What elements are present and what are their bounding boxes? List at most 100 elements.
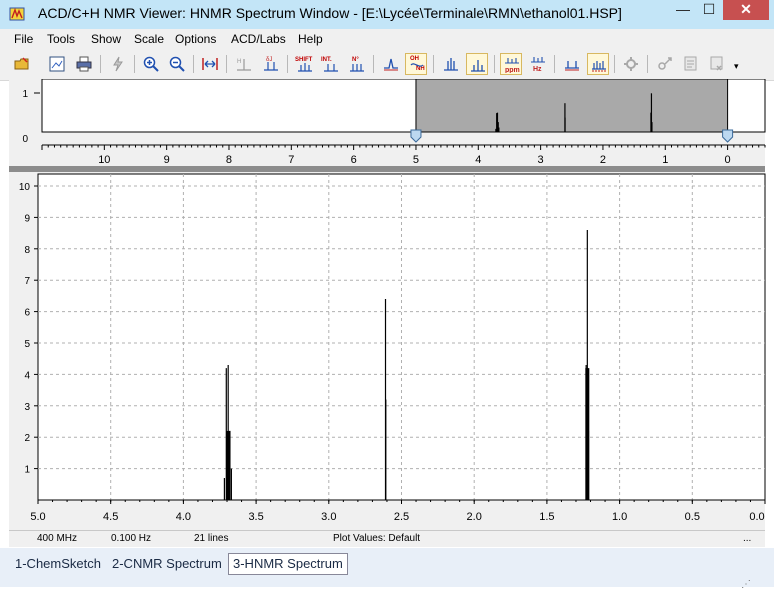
x-tick-label: 3.5 xyxy=(248,511,263,523)
spectrum-peak-cluster xyxy=(585,368,590,500)
overview-spectrum[interactable]: 1010 9 8 7 6 5 4 3 2 1 0 xyxy=(0,79,774,166)
y-tick-label: 8 xyxy=(24,245,30,256)
flash-button[interactable] xyxy=(107,53,129,75)
peak-h-button[interactable]: H xyxy=(233,53,255,75)
range-handle-right[interactable] xyxy=(722,129,734,143)
window-tabs: 1-ChemSketch 2-CNMR Spectrum 3-HNMR Spec… xyxy=(0,548,774,587)
overview-x-tick-label: 7 xyxy=(288,154,294,166)
status-lines: 21 lines xyxy=(194,533,229,544)
y-tick-label: 6 xyxy=(24,308,30,319)
overview-selection[interactable] xyxy=(415,79,729,133)
report-icon xyxy=(684,56,697,71)
peak-shape-button[interactable] xyxy=(380,53,402,75)
toolbar-separator xyxy=(134,55,135,73)
export-icon xyxy=(710,56,723,71)
open-folder-button[interactable] xyxy=(11,53,33,75)
tab-chemsketch[interactable]: 1-ChemSketch xyxy=(11,553,105,575)
shift-button[interactable]: SHIFT xyxy=(294,53,316,75)
x-tick-label: 4.0 xyxy=(176,511,191,523)
toolbar-separator xyxy=(554,55,555,73)
overview-x-tick-label: 0 xyxy=(725,154,731,166)
resize-grip-icon[interactable]: ⋰ xyxy=(741,579,751,590)
exchange-oh-nh-button[interactable]: OH NH xyxy=(405,53,427,75)
close-button[interactable]: ✕ xyxy=(723,0,769,20)
menu-file[interactable]: File xyxy=(14,32,33,46)
overview-x-tick-label: 10 xyxy=(98,154,110,166)
save-picture-button[interactable] xyxy=(46,53,68,75)
multiplet-icon xyxy=(444,58,458,71)
overview-x-tick-label: 4 xyxy=(475,154,481,166)
overview-x-tick-label: 5 xyxy=(413,154,419,166)
spectrum-peak-cluster xyxy=(226,430,231,500)
numbering-button[interactable]: N° xyxy=(346,53,368,75)
range-handle-left[interactable] xyxy=(410,129,422,143)
status-bar: 400 MHz 0.100 Hz 21 lines Plot Values: D… xyxy=(9,530,765,547)
open-folder-icon xyxy=(14,57,29,70)
y-tick-label: 7 xyxy=(24,276,30,287)
tab-cnmr-spectrum[interactable]: 2-CNMR Spectrum xyxy=(108,553,226,575)
x-tick-label: 1.0 xyxy=(612,511,627,523)
exchange-icon xyxy=(410,63,424,67)
title-bar: ACD/C+H NMR Viewer: HNMR Spectrum Window… xyxy=(0,0,774,29)
menu-scale[interactable]: Scale xyxy=(134,32,164,46)
toolbar: H δJ SHIFT INT. N° OH NH ppm Hz ▾ xyxy=(0,49,774,81)
svg-text:δJ: δJ xyxy=(266,57,272,63)
structure-button[interactable] xyxy=(654,53,676,75)
shift-icon xyxy=(298,63,312,72)
overview-x-tick-label: 6 xyxy=(351,154,357,166)
overview-x-tick-label: 2 xyxy=(600,154,606,166)
integral-button[interactable]: INT. xyxy=(320,53,342,75)
tab-hnmr-spectrum[interactable]: 3-HNMR Spectrum xyxy=(228,553,348,575)
overview-x-tick-label: 9 xyxy=(164,154,170,166)
ppm-units-button[interactable]: ppm xyxy=(500,53,522,75)
expand-range-button[interactable] xyxy=(199,53,221,75)
toolbar-separator xyxy=(193,55,194,73)
minimize-button[interactable]: — xyxy=(670,0,696,20)
toolbar-separator xyxy=(373,55,374,73)
overview-x-tick-label: 1 xyxy=(662,154,668,166)
hnmr-spectrum-plot[interactable]: 5.0 4.5 4.0 3.5 3.0 2.5 2.0 1.5 1.0 0.5 0.0 1 2 3 4 5 6 7… xyxy=(0,172,774,530)
gear-icon xyxy=(624,57,638,71)
menu-acdlabs[interactable]: ACD/Labs xyxy=(231,32,286,46)
toolbar-separator xyxy=(433,55,434,73)
numbering-icon xyxy=(350,64,364,72)
ppm-label: ppm xyxy=(505,67,520,73)
menu-show[interactable]: Show xyxy=(91,32,121,46)
grid-icon xyxy=(592,61,606,72)
grid-button[interactable] xyxy=(587,53,609,75)
menu-tools[interactable]: Tools xyxy=(47,32,75,46)
report-button[interactable] xyxy=(680,53,702,75)
svg-text:H: H xyxy=(237,59,241,65)
settings-button[interactable] xyxy=(620,53,642,75)
print-button[interactable] xyxy=(73,53,95,75)
app-icon[interactable] xyxy=(9,6,25,22)
x-tick-label: 0.0 xyxy=(749,511,764,523)
menu-options[interactable]: Options xyxy=(175,32,216,46)
zoom-out-button[interactable] xyxy=(166,53,188,75)
maximize-button[interactable]: ☐ xyxy=(696,0,722,20)
x-tick-label: 5.0 xyxy=(30,511,45,523)
y-tick-label: 10 xyxy=(19,182,31,193)
multiplet-button[interactable] xyxy=(440,53,462,75)
hz-units-button[interactable]: Hz xyxy=(527,53,549,75)
menu-help[interactable]: Help xyxy=(298,32,323,46)
zoom-in-button[interactable] xyxy=(140,53,162,75)
status-resolution: 0.100 Hz xyxy=(111,533,152,544)
export-button[interactable] xyxy=(706,53,728,75)
baseline-icon xyxy=(565,61,579,71)
multiplet-2-icon xyxy=(471,60,485,72)
multiplet-2-button[interactable] xyxy=(466,53,488,75)
coupling-j-button[interactable]: δJ xyxy=(260,53,282,75)
toolbar-overflow-icon[interactable]: ▾ xyxy=(734,61,739,72)
integral-icon xyxy=(324,64,338,72)
toolbar-separator xyxy=(494,55,495,73)
baseline-button[interactable] xyxy=(561,53,583,75)
y-tick-label: 9 xyxy=(24,213,30,224)
overview-y-tick-label: 1 xyxy=(22,89,28,100)
x-tick-label: 2.0 xyxy=(467,511,482,523)
toolbar-separator xyxy=(614,55,615,73)
status-extra: ... xyxy=(743,533,752,544)
zoom-in-icon xyxy=(143,56,159,72)
y-tick-label: 4 xyxy=(24,370,30,381)
peak-shape-icon xyxy=(384,58,398,71)
